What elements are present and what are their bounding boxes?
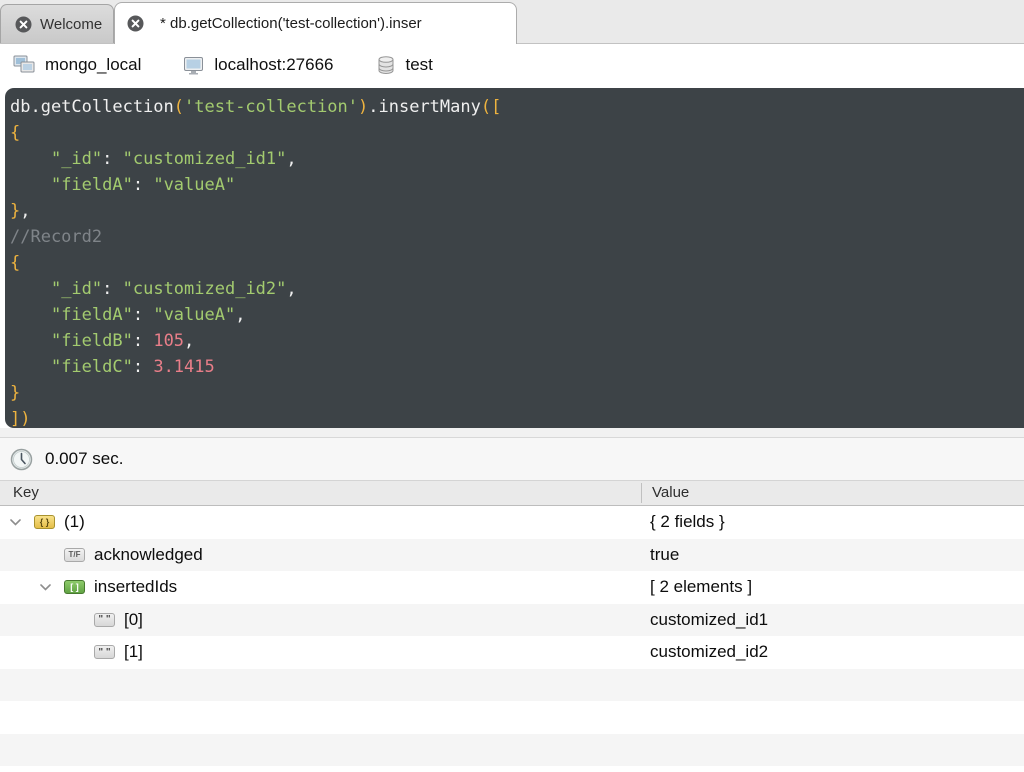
result-table-header: Key Value [0,481,1024,506]
execution-time: 0.007 sec. [45,449,124,468]
empty-row [0,766,1024,772]
array-type-icon: [ ] [64,580,85,595]
table-row[interactable]: " " [0] customized_id1 [0,603,1024,636]
table-row[interactable]: { } (1) { 2 fields } [0,506,1024,539]
empty-row [0,668,1024,701]
column-divider[interactable] [641,483,642,503]
code-line: "fieldA": "valueA", [50,305,246,325]
code-line: { [10,123,21,143]
row-key: (1) [64,512,85,532]
chevron-down-icon[interactable] [8,518,34,526]
tab-query-label: * db.getCollection('test-collection').in… [160,15,422,32]
string-type-icon: " " [94,612,115,627]
tab-welcome[interactable]: Welcome [0,4,114,43]
database-icon [376,55,396,75]
row-value: customized_id2 [650,642,769,662]
row-key: [0] [124,609,143,629]
code-line: //Record2 [10,227,103,247]
row-key: insertedIds [94,577,178,597]
panel-divider [0,428,1024,438]
code-line: db.getCollection('test-collection').inse… [10,97,502,117]
empty-row [0,701,1024,734]
code-line: "_id": "customized_id2", [50,279,297,299]
row-value: { 2 fields } [650,512,725,532]
database-name: test [405,55,433,74]
table-row[interactable]: T/F acknowledged true [0,538,1024,571]
code-line: "fieldC": 3.1415 [50,357,215,377]
query-editor[interactable]: db.getCollection('test-collection').inse… [5,88,1024,429]
row-value: [ 2 elements ] [650,577,753,597]
row-value: customized_id1 [650,609,769,629]
close-icon[interactable] [127,15,144,32]
row-value: true [650,544,680,564]
row-key: acknowledged [94,544,203,564]
code-line: { [10,253,21,273]
connection-icon [13,55,35,75]
chevron-down-icon[interactable] [38,583,64,591]
row-key: [1] [124,642,143,662]
connection-toolbar: mongo_local localhost:27666 test [0,44,1024,86]
tab-bar: Welcome * db.getCollection('test-collect… [0,0,1024,44]
code-line: "fieldA": "valueA" [50,175,236,195]
tab-welcome-label: Welcome [40,15,103,33]
tab-query[interactable]: * db.getCollection('test-collection').in… [114,2,517,44]
column-header-value[interactable]: Value [652,484,689,501]
table-row[interactable]: " " [1] customized_id2 [0,636,1024,669]
object-type-icon: { } [34,515,55,530]
code-line: } [10,383,21,403]
host-icon [183,56,204,75]
execution-time-bar: 0.007 sec. [0,438,1024,481]
result-tree: { } (1) { 2 fields } T/F acknowledged true [ ]… [0,506,1024,772]
clock-icon [10,448,33,470]
host-address: localhost:27666 [214,55,334,74]
code-line: "_id": "customized_id1", [50,149,297,169]
string-type-icon: " " [94,645,115,660]
code-line: }, [10,201,31,221]
close-icon[interactable] [15,16,32,33]
table-row[interactable]: [ ] insertedIds [ 2 elements ] [0,571,1024,604]
empty-row [0,733,1024,766]
boolean-type-icon: T/F [64,547,85,562]
column-header-key[interactable]: Key [13,484,39,501]
code-line: "fieldB": 105, [50,331,195,351]
connection-name: mongo_local [45,55,142,74]
